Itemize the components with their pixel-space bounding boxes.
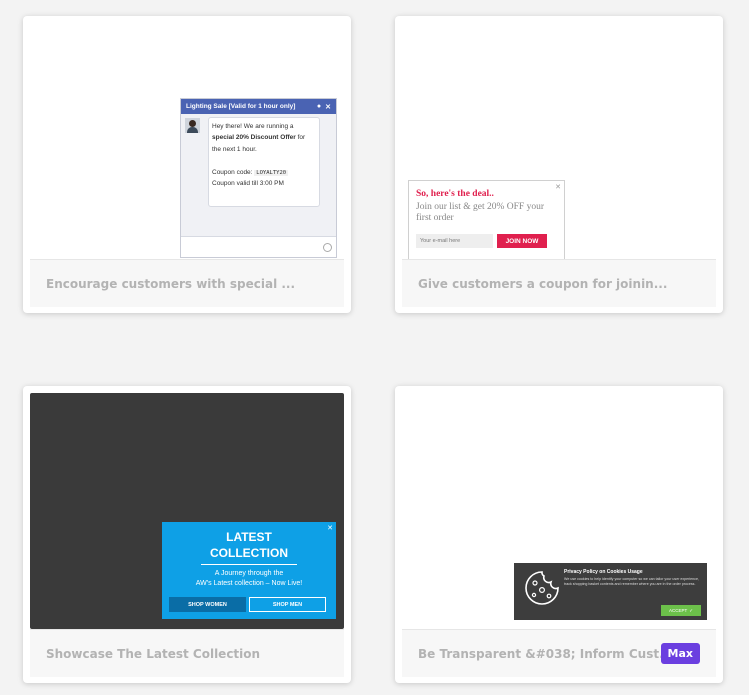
join-now-button: JOIN NOW — [497, 234, 547, 248]
cookie-text: We use cookies to help identify your com… — [564, 577, 699, 587]
close-icon: ✕ — [555, 184, 561, 191]
latest-title-line: LATEST — [226, 530, 272, 544]
shop-men-button: SHOP MEN — [249, 597, 326, 612]
chat-widget-preview: Lighting Sale [Valid for 1 hour only] ● ✕… — [180, 98, 337, 258]
latest-collection-popup-preview: ✕ LATEST COLLECTION A Journey through th… — [162, 522, 336, 619]
latest-subtitle-line: AW's Latest collection – Now Live! — [195, 580, 303, 588]
close-icon: ✕ — [327, 525, 333, 532]
coupon-code: LOYALTY20 — [254, 169, 289, 176]
coupon-validity: Coupon valid till 3:00 PM — [212, 180, 284, 188]
deal-title: So, here's the deal.. — [416, 189, 494, 199]
template-preview[interactable]: ✕ So, here's the deal.. Join our list & … — [402, 23, 716, 259]
template-preview[interactable]: ✕ LATEST COLLECTION A Journey through th… — [30, 393, 344, 629]
chat-header: Lighting Sale [Valid for 1 hour only] ● ✕ — [181, 99, 336, 114]
accept-label: ACCEPT — [668, 608, 688, 613]
smiley-icon — [323, 243, 332, 252]
chat-header-title: Lighting Sale [Valid for 1 hour only] — [186, 103, 296, 110]
shop-women-button: SHOP WOMEN — [169, 597, 246, 612]
card-caption[interactable]: Encourage customers with special ... — [30, 259, 344, 307]
avatar — [185, 118, 200, 133]
card-caption[interactable]: Be Transparent &#038; Inform Cust... Max — [402, 629, 716, 677]
card-title: Encourage customers with special ... — [46, 276, 296, 291]
template-card-discount-chat[interactable]: Lighting Sale [Valid for 1 hour only] ● ✕… — [23, 16, 351, 313]
template-card-coupon-signup[interactable]: ✕ So, here's the deal.. Join our list & … — [395, 16, 723, 313]
coupon-label: Coupon code: — [212, 168, 253, 176]
accept-button: ACCEPT ✓ — [661, 605, 701, 616]
email-field: Your e-mail here — [416, 234, 493, 248]
divider — [201, 564, 297, 566]
template-preview[interactable]: Privacy Policy on Cookies Usage We use c… — [402, 393, 716, 629]
card-title: Be Transparent &#038; Inform Cust... — [418, 646, 661, 661]
chat-input — [181, 236, 336, 257]
card-title: Give customers a coupon for joinin... — [418, 276, 668, 291]
cookie-title: Privacy Policy on Cookies Usage — [564, 569, 643, 575]
gear-icon: ● — [316, 102, 322, 110]
deal-popup-preview: ✕ So, here's the deal.. Join our list & … — [408, 180, 565, 259]
latest-title-line: COLLECTION — [210, 545, 288, 560]
card-caption[interactable]: Showcase The Latest Collection — [30, 629, 344, 677]
chat-line: Hey there! We are running a — [212, 123, 294, 130]
check-icon: ✓ — [689, 607, 694, 613]
template-preview[interactable]: Lighting Sale [Valid for 1 hour only] ● ✕… — [30, 23, 344, 259]
chat-message: Hey there! We are running a special 20% … — [208, 117, 320, 207]
max-plan-badge: Max — [660, 643, 700, 664]
cookie-banner-preview: Privacy Policy on Cookies Usage We use c… — [514, 563, 707, 620]
card-title: Showcase The Latest Collection — [46, 646, 261, 661]
latest-subtitle-line: A Journey through the — [214, 570, 284, 578]
cookie-icon — [525, 571, 559, 605]
template-card-cookie-notice[interactable]: Privacy Policy on Cookies Usage We use c… — [395, 386, 723, 683]
deal-subtitle: Join our list & get 20% OFF your first o… — [416, 202, 544, 223]
card-caption[interactable]: Give customers a coupon for joinin... — [402, 259, 716, 307]
template-card-latest-collection[interactable]: ✕ LATEST COLLECTION A Journey through th… — [23, 386, 351, 683]
close-icon: ✕ — [325, 103, 331, 111]
chat-offer: special 20% Discount Offer — [212, 134, 296, 142]
